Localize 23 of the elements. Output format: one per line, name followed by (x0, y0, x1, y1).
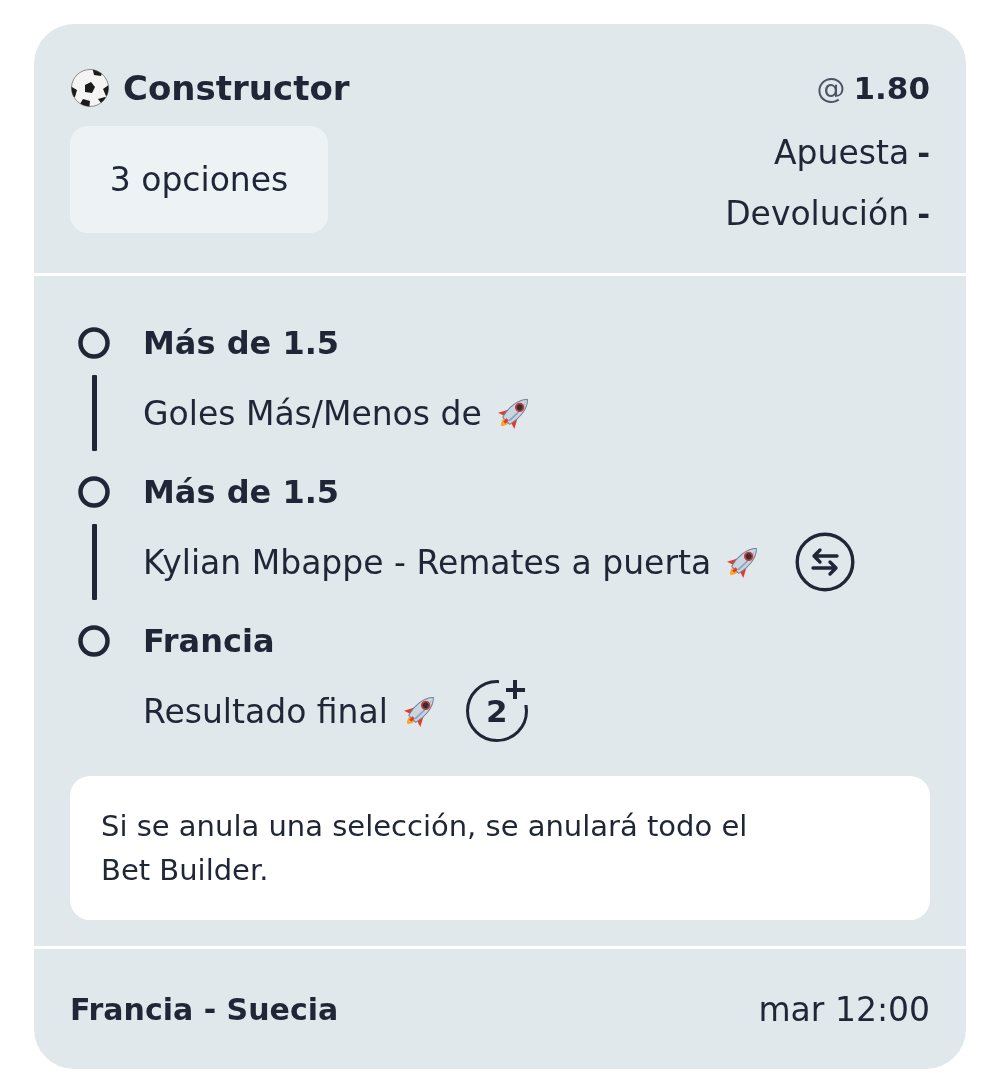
event-time: mar 12:00 (758, 989, 930, 1031)
options-button[interactable]: 3 opciones (70, 126, 328, 233)
timeline-ring-icon (78, 327, 110, 359)
timeline-ring-icon (78, 476, 110, 508)
return-value: - (917, 195, 930, 232)
number-plus-badge: 2 (465, 680, 528, 742)
market-name: Goles Más/Menos de (143, 393, 482, 433)
selection-title: Francia (143, 622, 275, 660)
bet-title: Constructor (123, 68, 350, 108)
selection-title: Más de 1.5 (143, 324, 340, 362)
stake-label: Apuesta (774, 133, 910, 172)
odds-prefix: @ (816, 71, 846, 105)
selection-title: Más de 1.5 (143, 473, 340, 511)
stake-value: - (917, 134, 930, 171)
return-label: Devolución (725, 194, 910, 233)
timeline-ring-icon (78, 625, 110, 657)
market-name: Kylian Mbappe - Remates a puerta (143, 542, 712, 582)
swap-icon[interactable] (795, 532, 856, 592)
soccer-ball-icon (70, 68, 110, 108)
market-name: Resultado final (143, 691, 388, 731)
odds-value: 1.80 (853, 70, 930, 106)
event-name: Francia - Suecia (70, 991, 339, 1029)
void-notice: Si se anula una selección, se anulará todo el Bet Builder. (70, 776, 930, 920)
